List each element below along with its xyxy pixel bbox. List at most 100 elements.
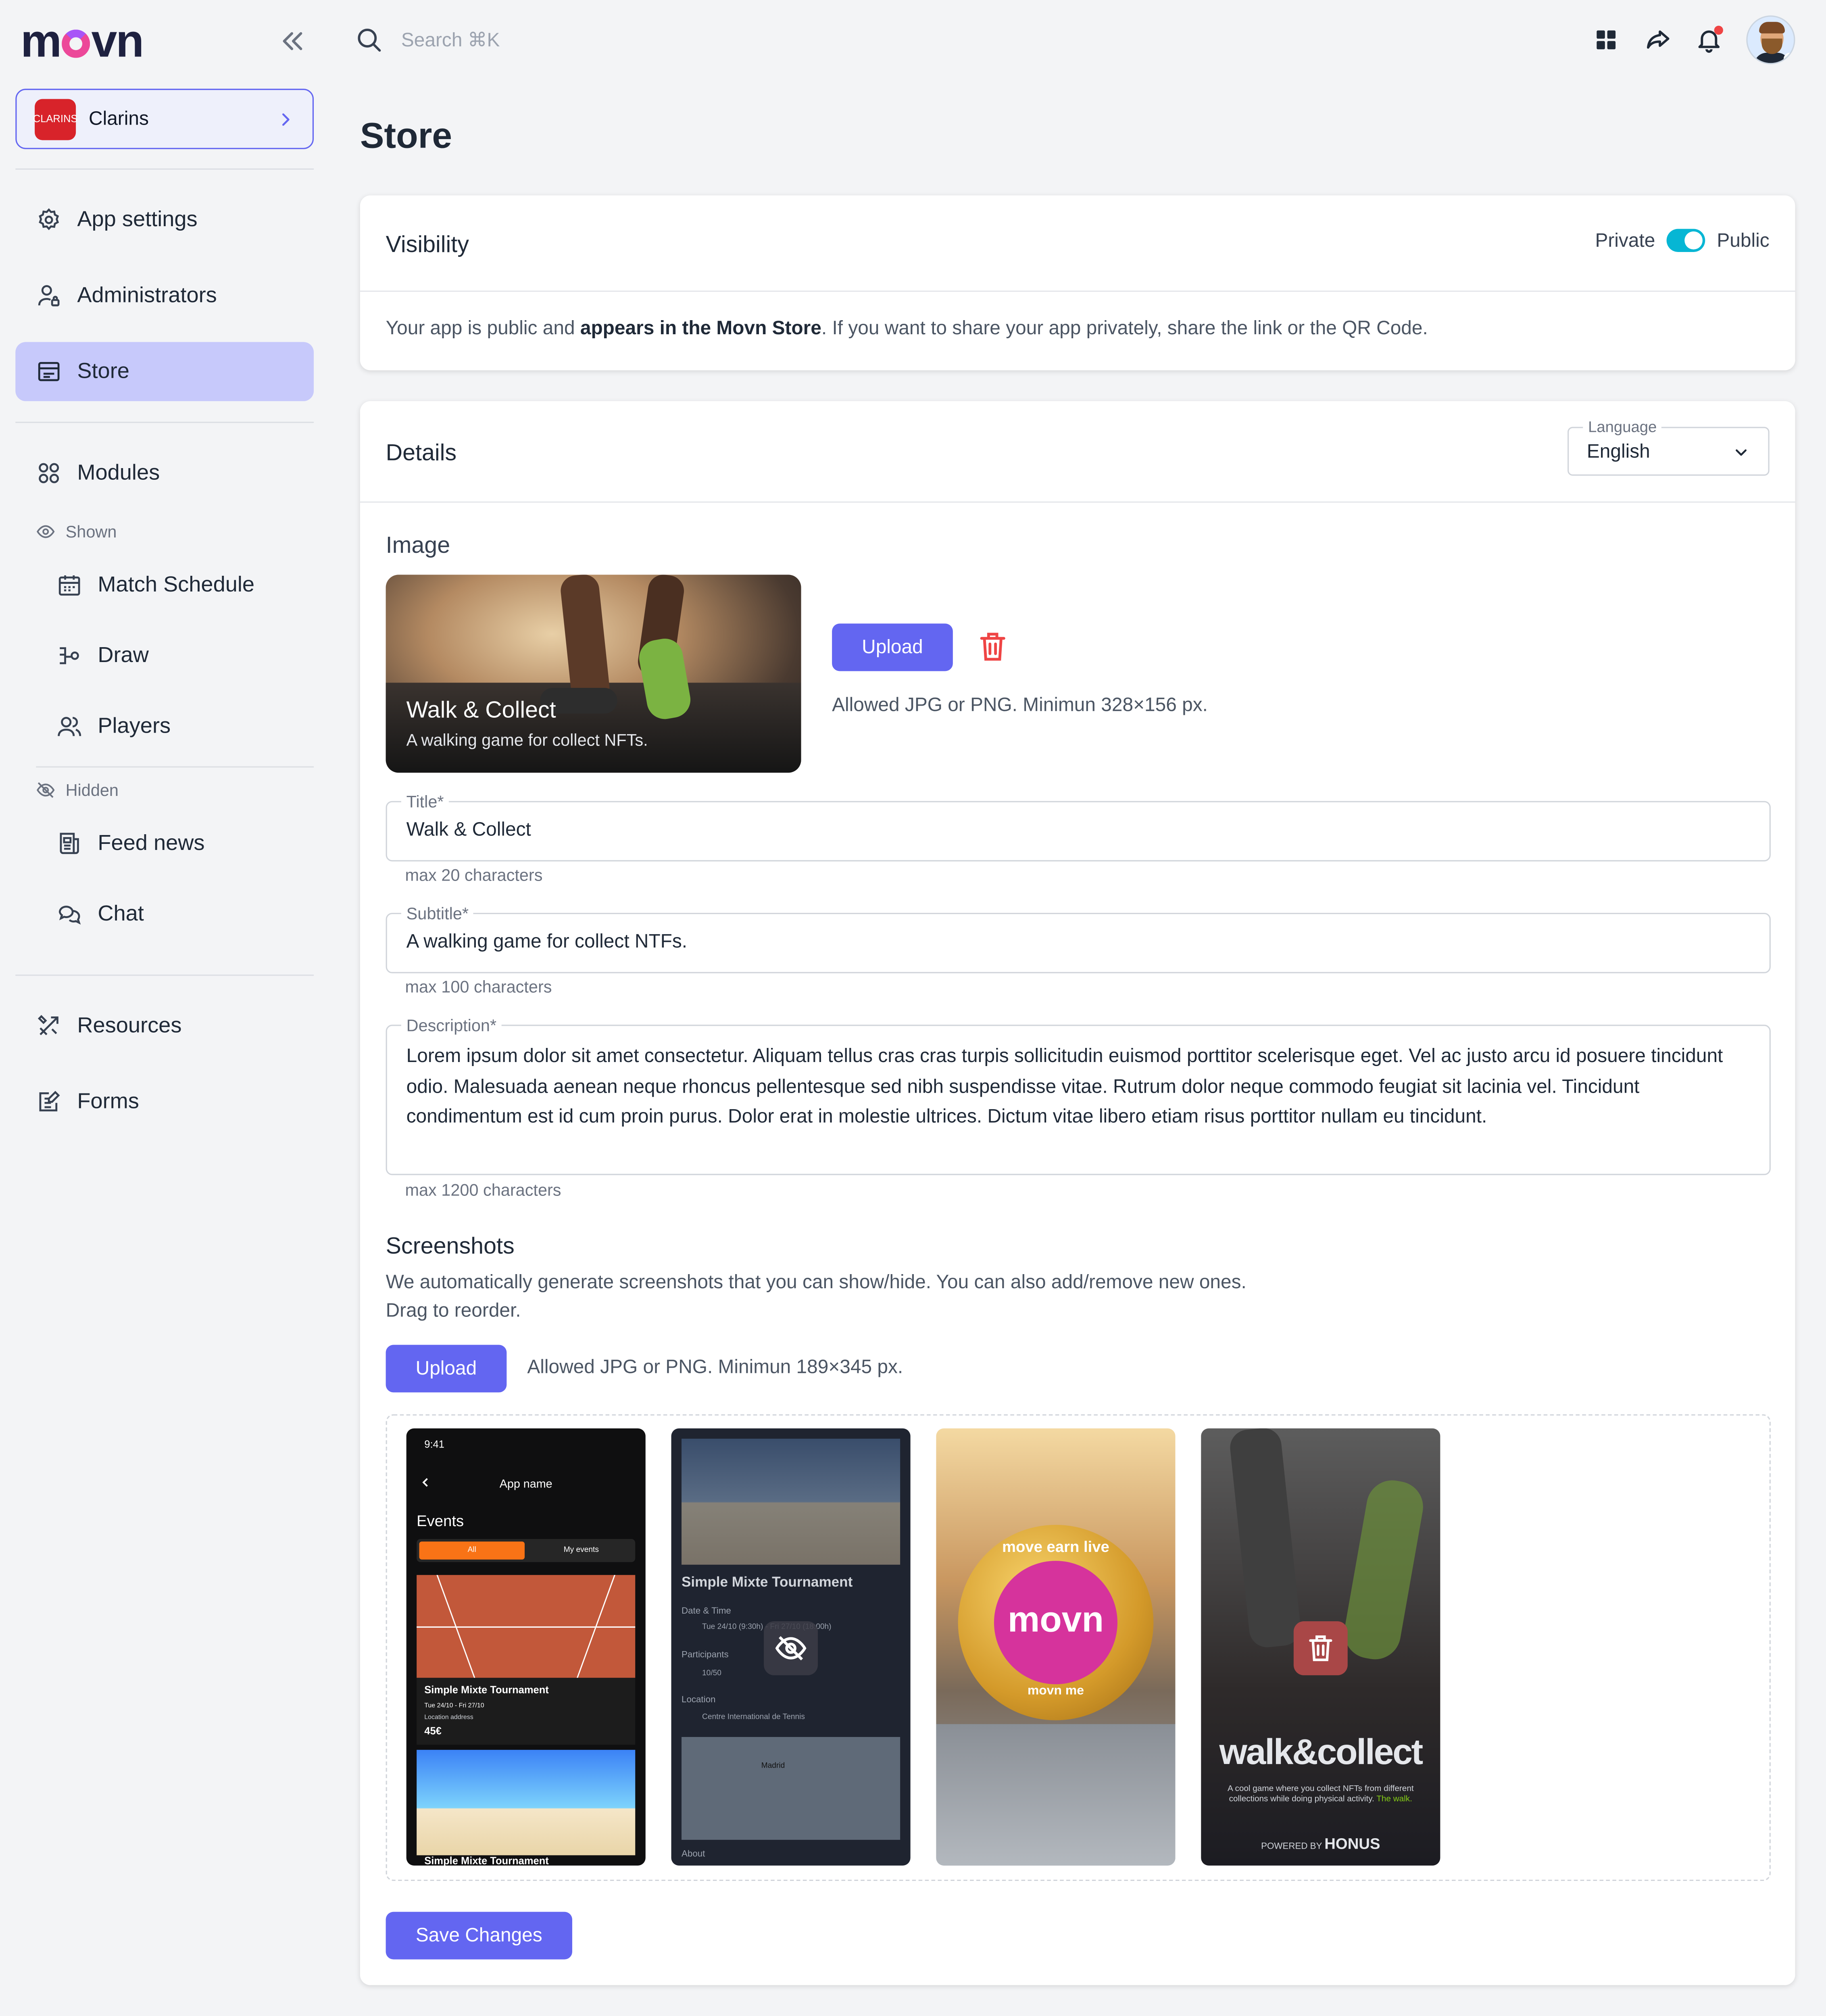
movn-coin: move earn live movn movn me <box>958 1524 1154 1720</box>
title-hint: max 20 characters <box>405 865 543 885</box>
screenshots-dropzone[interactable]: 9:41 App name Events All My events Simpl… <box>386 1414 1771 1881</box>
group-label-text: Hidden <box>65 780 119 800</box>
form-icon <box>39 1091 60 1112</box>
details-title: Details <box>386 439 457 466</box>
description-textarea[interactable]: Lorem ipsum dolor sit amet consectetur. … <box>406 1041 1750 1160</box>
gear-icon <box>39 208 59 230</box>
image-hint: Allowed JPG or PNG. Minimun 328×156 px. <box>832 694 1208 716</box>
mock-tab-my-events: My events <box>563 1547 599 1555</box>
mock-tabs: All My events <box>417 1539 636 1562</box>
public-label: Public <box>1717 229 1770 252</box>
cover-subtitle: A walking game for collect NFTs. <box>406 730 648 750</box>
sidebar-item-store[interactable]: Store <box>15 342 314 401</box>
mock-label: Participants <box>682 1651 729 1660</box>
logo-row: m vn <box>21 17 309 65</box>
image-label: Image <box>386 532 450 558</box>
upload-image-button[interactable]: Upload <box>832 623 953 671</box>
trash-icon[interactable] <box>976 630 1009 663</box>
sidebar: m vn CLARINS Clarins App settings Adminis… <box>0 0 329 2016</box>
sidebar-item-modules[interactable]: Modules <box>15 444 314 503</box>
org-switcher[interactable]: CLARINS Clarins <box>15 89 314 149</box>
sidebar-divider <box>36 766 314 768</box>
delete-screenshot-button[interactable] <box>1293 1621 1348 1675</box>
title-input[interactable] <box>406 819 1744 841</box>
details-header: Details Language English <box>360 401 1795 503</box>
visibility-header: Visibility Private Public <box>360 196 1795 292</box>
language-label: Language <box>1583 418 1662 436</box>
visibility-switch[interactable] <box>1667 229 1705 252</box>
screenshot-thumbnail-hidden[interactable]: Simple Mixte Tournament Date & Time Tue … <box>671 1428 911 1866</box>
search-input[interactable] <box>401 23 787 57</box>
calendar-icon <box>58 575 80 596</box>
screenshots-desc-line: Drag to reorder. <box>386 1300 521 1322</box>
newspaper-icon <box>60 833 79 854</box>
page-title: Store <box>360 115 452 156</box>
user-lock-icon <box>38 285 60 306</box>
show-hide-toggle[interactable] <box>764 1621 818 1675</box>
upload-screenshot-button[interactable]: Upload <box>386 1345 507 1393</box>
share-icon[interactable] <box>1643 26 1672 54</box>
details-card: Details Language English Image Walk & Co… <box>360 401 1795 1985</box>
sidebar-item-label: Players <box>98 713 171 738</box>
title-field: Title* <box>386 792 1771 862</box>
store-icon <box>38 362 60 381</box>
mock-map-city: Madrid <box>761 1762 785 1770</box>
tools-icon <box>38 1015 58 1035</box>
visibility-text-bold: appears in the Movn Store <box>580 317 821 339</box>
powered-by-brand: HONUS <box>1324 1835 1380 1853</box>
sidebar-item-resources[interactable]: Resources <box>15 996 314 1056</box>
mock-card-address: Location address <box>424 1714 473 1722</box>
top-actions <box>1592 15 1795 65</box>
private-label: Private <box>1595 229 1655 252</box>
powered-by-text: POWERED BY <box>1261 1842 1322 1851</box>
notifications-button[interactable] <box>1695 25 1723 54</box>
sidebar-item-administrators[interactable]: Administrators <box>15 266 314 325</box>
subtitle-hint: max 100 characters <box>405 977 552 997</box>
eye-off-icon <box>775 1636 807 1661</box>
coin-logo-text: movn <box>1007 1599 1104 1639</box>
coin-bottom-text: movn me <box>1027 1684 1084 1699</box>
collapse-sidebar-icon[interactable] <box>278 26 309 57</box>
sidebar-item-forms[interactable]: Forms <box>36 1076 293 1128</box>
trash-icon <box>1309 1635 1332 1661</box>
subtitle-label: Subtitle* <box>401 904 474 923</box>
sidebar-item-label: Store <box>77 358 129 383</box>
group-label-shown: Shown <box>36 522 117 541</box>
sidebar-item-app-settings[interactable]: App settings <box>15 190 314 250</box>
sidebar-divider <box>15 168 314 170</box>
description-label: Description* <box>401 1016 502 1035</box>
modules-icon <box>39 463 59 483</box>
screenshot-thumbnail[interactable]: move earn live movn movn me <box>936 1428 1176 1866</box>
mock-map <box>682 1737 900 1840</box>
users-icon <box>58 716 81 736</box>
visibility-card: Visibility Private Public Your app is pu… <box>360 195 1795 371</box>
app-logo[interactable]: m vn <box>21 17 309 65</box>
screenshot-thumbnail[interactable]: 9:41 App name Events All My events Simpl… <box>406 1428 646 1866</box>
sidebar-item-match-schedule[interactable]: Match Schedule <box>56 559 314 611</box>
group-label-hidden: Hidden <box>36 781 119 800</box>
sidebar-item-feed-news[interactable]: Feed news <box>56 818 314 869</box>
chevron-down-icon <box>1736 449 1747 456</box>
save-changes-button[interactable]: Save Changes <box>386 1912 572 1960</box>
org-name: Clarins <box>89 108 149 130</box>
sidebar-item-chat[interactable]: Chat <box>56 888 314 940</box>
avatar[interactable] <box>1746 15 1795 65</box>
group-label-text: Shown <box>65 522 117 541</box>
org-logo: CLARINS <box>33 98 78 140</box>
eye-off-icon <box>36 782 55 798</box>
title-label: Title* <box>401 792 449 812</box>
language-select[interactable]: Language English <box>1568 418 1770 476</box>
apps-grid-icon[interactable] <box>1592 26 1620 54</box>
search-icon[interactable] <box>355 26 383 54</box>
mock-card-price: 45€ <box>424 1725 442 1737</box>
sidebar-item-draw[interactable]: Draw <box>56 630 314 681</box>
walk-collect-logo: walk&collect <box>1219 1732 1423 1772</box>
online-status-dot <box>1783 52 1794 63</box>
mock-description: A cool game where you collect NFTs from … <box>1217 1785 1425 1805</box>
screenshot-thumbnail[interactable]: walk&collect A cool game where you colle… <box>1201 1428 1440 1866</box>
subtitle-input[interactable] <box>406 931 1744 953</box>
sidebar-item-players[interactable]: Players <box>56 701 314 752</box>
sidebar-item-label: Modules <box>77 460 160 485</box>
sidebar-item-label: Resources <box>77 1013 182 1038</box>
org-logo-text: CLARINS <box>33 113 78 125</box>
